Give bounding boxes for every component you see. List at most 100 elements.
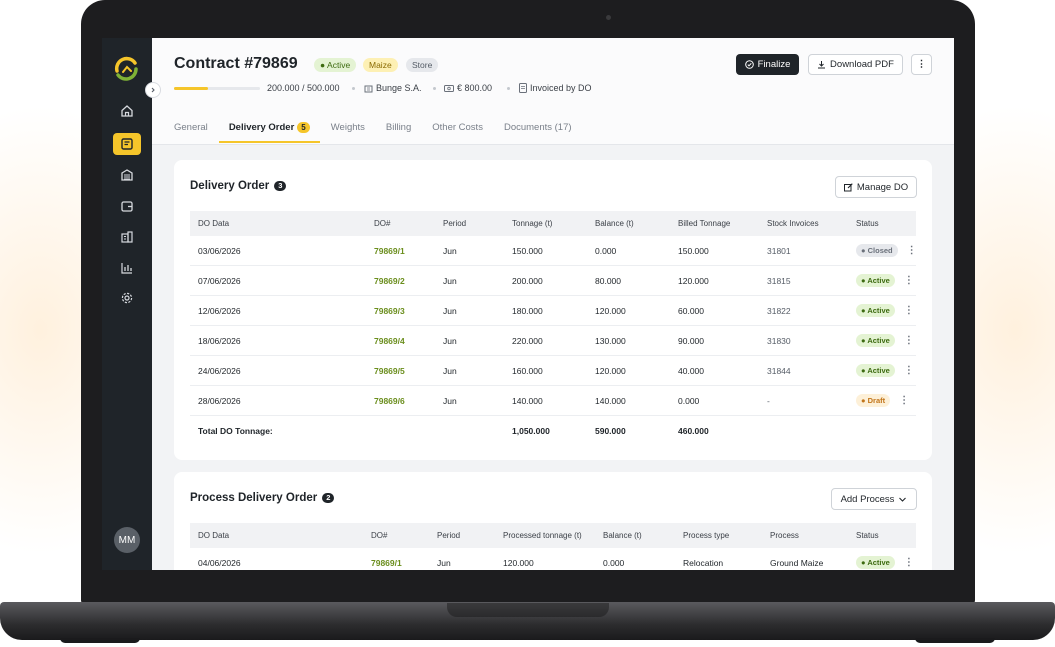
tab-documents[interactable]: Documents (17)	[504, 122, 572, 143]
buyer-name: Bunge S.A.	[376, 83, 422, 93]
table-cell: 18/06/2026	[190, 325, 366, 356]
status-label: Closed	[867, 246, 893, 255]
status-cell: ● Closed ⋮	[848, 236, 917, 266]
progress-text: 200.000 / 500.000	[267, 83, 340, 93]
download-pdf-button[interactable]: Download PDF	[808, 54, 903, 75]
table-cell: 31801	[759, 236, 848, 266]
do-link[interactable]: 79869/5	[366, 355, 435, 386]
column-header: Period	[429, 523, 495, 548]
table-cell: 0.000	[670, 385, 759, 416]
table-header-row: DO Data DO# Period Tonnage (t) Balance (t) Bi…	[190, 211, 916, 236]
status-label: Active	[867, 366, 890, 375]
total-label: Total DO Tonnage:	[198, 425, 273, 436]
do-link[interactable]: 79869/2	[366, 265, 435, 296]
process-delivery-order-title: Process Delivery Order 2	[190, 492, 335, 504]
status-label: Active	[867, 306, 890, 315]
table-row[interactable]: 28/06/2026 79869/6 Jun 140.000 140.000 0.000-…	[190, 385, 916, 416]
nav-settings[interactable]	[113, 287, 141, 309]
status-badge: ● Active	[856, 304, 895, 317]
do-link[interactable]: 79869/1	[366, 236, 435, 266]
more-options-button[interactable]: ⋮	[911, 54, 932, 75]
total-billed: 460.000	[678, 425, 709, 436]
more-vertical-icon[interactable]: ⋮	[904, 305, 914, 316]
table-row[interactable]: 07/06/2026 79869/2 Jun 200.000 80.000 120.000…	[190, 265, 916, 296]
invoice-info: Invoiced by DO	[519, 83, 592, 93]
status-badge-label: Active	[327, 60, 351, 70]
commodity-badge: Maize	[363, 58, 398, 72]
delivery-order-card: Delivery Order 3 Manage DO DO Data DO# Per…	[174, 160, 932, 460]
table-cell: 150.000	[504, 236, 587, 266]
avatar[interactable]: MM	[114, 527, 140, 553]
status-badge: ● Active	[856, 334, 895, 347]
tab-label: Billing	[385, 122, 412, 133]
table-row[interactable]: 24/06/2026 79869/5 Jun 160.000 120.000 40.000…	[190, 355, 916, 386]
table-cell: 160.000	[504, 355, 587, 386]
tab-general[interactable]: General	[174, 122, 208, 143]
more-vertical-icon[interactable]: ⋮	[899, 395, 909, 406]
separator-dot	[352, 87, 355, 90]
do-link[interactable]: 79869/3	[366, 295, 435, 326]
nav-contracts[interactable]	[113, 133, 141, 155]
add-process-button[interactable]: Add Process	[831, 488, 917, 510]
table-cell: -	[759, 385, 848, 416]
building-icon	[121, 231, 133, 243]
more-vertical-icon[interactable]: ⋮	[904, 275, 914, 286]
status-cell: ● Active ⋮	[848, 355, 916, 386]
status-cell: ● Draft ⋮	[848, 385, 916, 416]
tab-other-costs[interactable]: Other Costs	[432, 122, 483, 143]
table-row[interactable]: 18/06/2026 79869/4 Jun 220.000 130.000 90.000…	[190, 325, 916, 356]
nav-reports[interactable]	[113, 257, 141, 279]
table-row[interactable]: 12/06/2026 79869/3 Jun 180.000 120.000 60.000…	[190, 295, 916, 326]
table-cell: Jun	[435, 325, 504, 356]
status-badge: ● Active	[856, 556, 895, 569]
nav-home[interactable]	[113, 100, 141, 122]
app-screen: MM Contract #79869 ● Active Maize Store …	[102, 38, 954, 570]
count-badge: 2	[322, 493, 335, 503]
table-cell: 120.000	[495, 548, 595, 570]
column-header: DO#	[363, 523, 429, 548]
nav-buildings[interactable]	[113, 226, 141, 248]
column-header: Status	[848, 211, 916, 236]
tab-billing[interactable]: Billing	[386, 122, 411, 143]
sidebar-collapse-button[interactable]	[145, 82, 161, 98]
table-cell: 03/06/2026	[190, 236, 366, 266]
more-vertical-icon[interactable]: ⋮	[904, 557, 914, 568]
more-vertical-icon[interactable]: ⋮	[907, 245, 917, 256]
nav-warehouse[interactable]	[113, 164, 141, 186]
store-badge: Store	[406, 58, 439, 72]
tab-label: General	[174, 122, 208, 133]
table-cell: 24/06/2026	[190, 355, 366, 386]
home-icon	[121, 105, 133, 117]
tab-delivery-order[interactable]: Delivery Order 5	[218, 122, 320, 143]
status-label: Draft	[867, 396, 886, 405]
do-link[interactable]: 79869/4	[366, 325, 435, 356]
column-header: Status	[848, 523, 916, 548]
manage-do-button[interactable]: Manage DO	[835, 176, 917, 198]
table-cell: Jun	[429, 548, 495, 570]
status-cell: ● Active ⋮	[848, 265, 916, 296]
table-row[interactable]: 04/06/2026 79869/1 Jun 120.000 0.000 Relocati…	[190, 548, 916, 570]
table-cell: 200.000	[504, 265, 587, 296]
do-link[interactable]: 79869/6	[366, 385, 435, 416]
add-process-label: Add Process	[840, 493, 895, 505]
tab-weights[interactable]: Weights	[331, 122, 365, 143]
table-cell: 150.000	[670, 236, 759, 266]
table-row[interactable]: 03/06/2026 79869/1 Jun 150.000 0.000 150.000 3…	[190, 236, 917, 266]
tab-count-badge: 5	[297, 122, 310, 133]
contract-progress-fill	[174, 87, 209, 90]
nav-wallet[interactable]	[113, 195, 141, 217]
column-header: Balance (t)	[595, 523, 675, 548]
column-header: Process type	[675, 523, 762, 548]
table-cell: 140.000	[587, 385, 670, 416]
total-row: Total DO Tonnage: 1,050.000 590.000 460.000	[190, 416, 916, 446]
invoice-note: Invoiced by DO	[530, 83, 592, 93]
more-vertical-icon[interactable]: ⋮	[904, 365, 914, 376]
more-vertical-icon: ⋮	[916, 59, 927, 70]
table-cell: Jun	[435, 355, 504, 386]
status-badge: ● Active	[314, 58, 357, 72]
status-badge: ● Draft	[856, 394, 891, 407]
more-vertical-icon[interactable]: ⋮	[904, 335, 914, 346]
table-cell: Ground Maize	[762, 548, 848, 570]
finalize-button[interactable]: Finalize	[736, 54, 799, 75]
do-link[interactable]: 79869/1	[363, 548, 429, 570]
